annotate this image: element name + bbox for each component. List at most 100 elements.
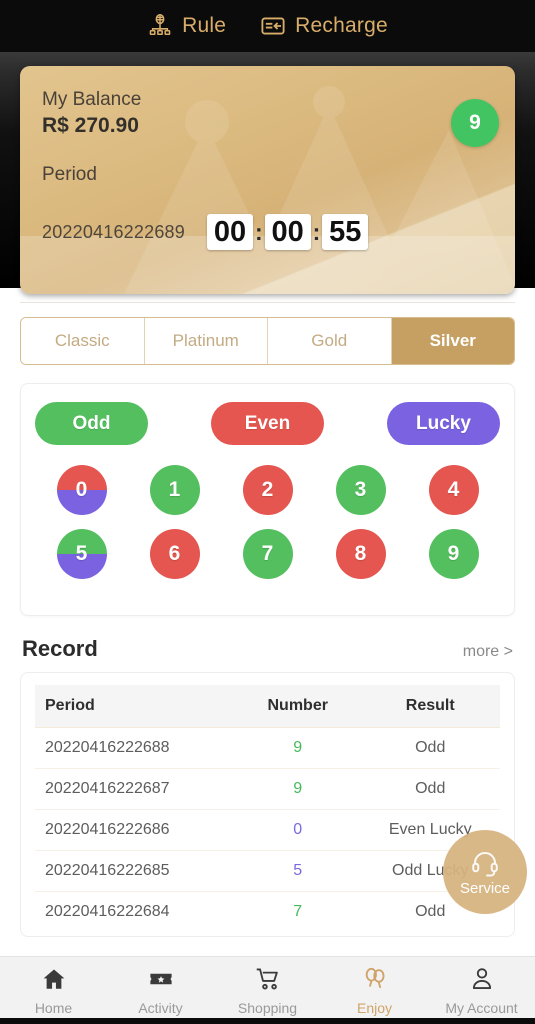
card-recharge-icon (260, 13, 286, 39)
topbar-label-rule: Rule (182, 14, 227, 37)
table-header-row: Period Number Result (35, 685, 500, 728)
balance-amount: R$ 270.90 (42, 113, 139, 137)
balloons-icon (362, 966, 388, 997)
countdown-timer: 00 : 00 : 55 (206, 214, 369, 250)
cell-number: 9 (234, 768, 361, 810)
tier-tabs-wrapper: Classic Platinum Gold Silver (0, 288, 535, 365)
record-table-body: 20220416222688 9 Odd 20220416222687 9 Odd 2022… (35, 727, 500, 932)
tab-silver[interactable]: Silver (391, 318, 514, 364)
service-label: Service (459, 879, 511, 897)
timer-seconds: 55 (322, 214, 369, 250)
cell-period: 20220416222684 (35, 891, 235, 932)
cell-number: 7 (234, 891, 361, 932)
nav-item-shopping[interactable]: Shopping (214, 966, 321, 1016)
table-row: 20220416222688 9 Odd (35, 727, 500, 769)
table-row: 20220416222686 0 Even Lucky (35, 809, 500, 851)
cell-number: 9 (234, 727, 361, 769)
balance-card: My Balance R$ 270.90 Period 9 2022041622… (20, 66, 515, 294)
table-row: 20220416222687 9 Odd (35, 768, 500, 810)
period-row: 20220416222689 00 : 00 : 55 (42, 214, 493, 250)
headset-icon (470, 848, 500, 880)
column-header-result: Result (360, 685, 500, 728)
tabs-divider (20, 302, 515, 303)
tab-platinum[interactable]: Platinum (144, 318, 268, 364)
number-cell: 1 (128, 465, 221, 515)
record-table: Period Number Result 20220416222688 9 Odd 2… (35, 685, 500, 932)
number-ball-0[interactable]: 0 (56, 465, 107, 515)
number-cell: 4 (407, 465, 500, 515)
number-cell: 8 (314, 529, 407, 579)
cell-number: 5 (234, 850, 361, 892)
number-cell: 3 (314, 465, 407, 515)
cell-result: Odd (360, 768, 500, 810)
nav-label: Home (34, 999, 73, 1016)
number-ball-9[interactable]: 9 (428, 529, 479, 579)
timer-separator-2: : (312, 218, 321, 245)
bet-button-lucky[interactable]: Lucky (387, 402, 500, 445)
cell-number: 0 (234, 809, 361, 851)
nav-label: My Account (445, 999, 518, 1016)
bet-button-odd[interactable]: Odd (35, 402, 148, 445)
number-ball-6[interactable]: 6 (149, 529, 200, 579)
top-bar: Rule Recharge (0, 0, 535, 52)
nav-label: Shopping (237, 999, 298, 1016)
number-ball-1[interactable]: 1 (149, 465, 200, 515)
column-header-period: Period (35, 685, 235, 728)
record-title: Record (22, 636, 98, 661)
tab-gold[interactable]: Gold (268, 318, 392, 364)
balance-label: My Balance (42, 89, 142, 110)
record-table-card: Period Number Result 20220416222688 9 Odd 2… (20, 672, 515, 937)
number-cell: 6 (128, 529, 221, 579)
bottom-navigation: Home Activity Shopping Enjoy My Account (0, 956, 535, 1024)
cell-period: 20220416222687 (35, 768, 235, 810)
nav-item-enjoy[interactable]: Enjoy (321, 966, 428, 1016)
cell-period: 20220416222685 (35, 850, 235, 892)
bet-panel: Odd Even Lucky 01234 56789 (20, 383, 515, 616)
bet-button-even[interactable]: Even (211, 402, 324, 445)
ticket-star-icon (148, 966, 174, 997)
home-icon (41, 966, 67, 997)
table-row: 20220416222684 7 Odd (35, 891, 500, 932)
nav-label: Activity (138, 999, 183, 1016)
period-id: 20220416222689 (42, 221, 185, 242)
period-label: Period (42, 163, 97, 185)
number-ball-4[interactable]: 4 (428, 465, 479, 515)
number-ball-5[interactable]: 5 (56, 529, 107, 579)
bottom-edge-bar (0, 1018, 535, 1024)
record-table-head: Period Number Result (35, 685, 500, 728)
person-icon (469, 966, 495, 997)
number-cell: 5 (35, 529, 128, 579)
number-ball-8[interactable]: 8 (335, 529, 386, 579)
number-cell: 7 (221, 529, 314, 579)
service-button[interactable]: Service (443, 830, 527, 914)
tier-tabs: Classic Platinum Gold Silver (20, 317, 515, 365)
number-ball-2[interactable]: 2 (242, 465, 293, 515)
number-cell: 9 (407, 529, 500, 579)
timer-minutes: 00 (264, 214, 311, 250)
bet-buttons-row: Odd Even Lucky (35, 402, 500, 445)
cart-icon (255, 966, 281, 997)
nav-item-my-account[interactable]: My Account (428, 966, 535, 1016)
record-more-link[interactable]: more > (463, 643, 513, 661)
number-ball-7[interactable]: 7 (242, 529, 293, 579)
topbar-item-recharge[interactable]: Recharge (260, 13, 388, 39)
number-cell: 2 (221, 465, 314, 515)
network-rule-icon (147, 13, 173, 39)
number-cell: 0 (35, 465, 128, 515)
tab-classic[interactable]: Classic (21, 318, 145, 364)
table-row: 20220416222685 5 Odd Lucky (35, 850, 500, 892)
timer-separator-1: : (254, 218, 263, 245)
nav-item-home[interactable]: Home (0, 966, 107, 1016)
hero-banner: My Balance R$ 270.90 Period 9 2022041622… (0, 52, 535, 294)
nav-item-activity[interactable]: Activity (107, 966, 214, 1016)
cell-result: Odd (360, 727, 500, 769)
number-grid: 01234 56789 (35, 465, 500, 593)
record-header: Record more > (0, 616, 535, 672)
topbar-item-rule[interactable]: Rule (147, 13, 226, 39)
timer-hours: 00 (206, 214, 253, 250)
topbar-label-recharge: Recharge (295, 14, 388, 37)
cell-period: 20220416222688 (35, 727, 235, 769)
nav-label: Enjoy (356, 999, 393, 1016)
number-ball-3[interactable]: 3 (335, 465, 386, 515)
cell-period: 20220416222686 (35, 809, 235, 851)
